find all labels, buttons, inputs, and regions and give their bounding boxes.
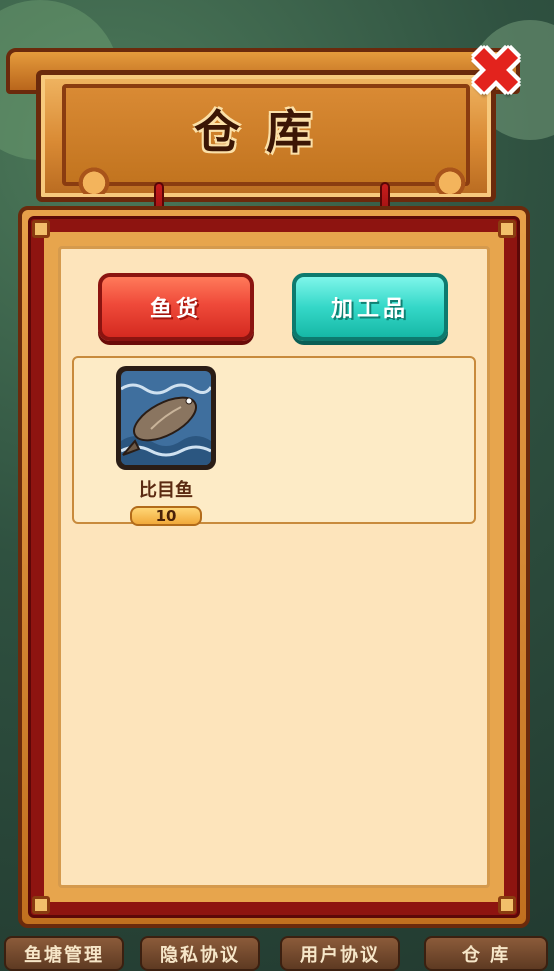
- item-grid: 比目鱼 10: [72, 356, 476, 526]
- frame-corner: [32, 220, 50, 238]
- bottom-nav: 鱼塘管理 隐私协议 用户协议 仓 库: [0, 936, 554, 971]
- warehouse-panel: [58, 246, 490, 888]
- frame-corner: [498, 220, 516, 238]
- nav-pond-management[interactable]: 鱼塘管理: [4, 936, 124, 971]
- frame-corner: [32, 896, 50, 914]
- tab-processed-goods[interactable]: 加工品: [292, 273, 448, 341]
- tab-fish-goods[interactable]: 鱼货: [98, 273, 254, 341]
- cloud-ornament-icon: [72, 166, 116, 194]
- flounder-fish-icon: [116, 366, 216, 470]
- cloud-ornament-icon: [428, 166, 472, 194]
- item-count-badge: 10: [130, 506, 202, 526]
- nav-warehouse[interactable]: 仓 库: [424, 936, 548, 971]
- item-name: 比目鱼: [139, 480, 193, 501]
- close-button[interactable]: ✖: [464, 33, 528, 110]
- nav-privacy-policy[interactable]: 隐私协议: [140, 936, 260, 971]
- close-icon: ✖: [468, 33, 524, 110]
- nav-user-agreement[interactable]: 用户协议: [280, 936, 400, 971]
- page-title: 仓库: [194, 105, 338, 159]
- frame-corner: [498, 896, 516, 914]
- item-card[interactable]: 比目鱼 10: [114, 366, 218, 526]
